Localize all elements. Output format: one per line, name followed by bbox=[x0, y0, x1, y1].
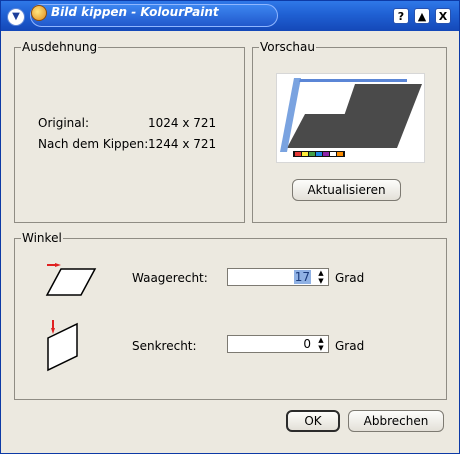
kolourpaint-app-icon bbox=[31, 5, 47, 21]
original-label: Original: bbox=[38, 116, 89, 130]
vertical-angle-spinbox[interactable]: 0 ▲ ▼ bbox=[227, 335, 329, 353]
window-title: Bild kippen - KolourPaint bbox=[51, 5, 219, 19]
after-value: 1244 x 721 bbox=[148, 137, 217, 151]
horizontal-skew-icon bbox=[45, 263, 97, 296]
vertical-label: Senkrecht: bbox=[132, 339, 197, 353]
title-bar: ▼ Bild kippen - KolourPaint ? ▲ X bbox=[1, 1, 459, 31]
horizontal-angle-arrows[interactable]: ▲ ▼ bbox=[315, 269, 327, 285]
ausdehnung-group: Ausdehnung Original: 1024 x 721 Nach dem… bbox=[14, 40, 245, 223]
vorschau-title: Vorschau bbox=[259, 40, 316, 54]
horizontal-angle-spinbox[interactable]: 17 ▲ ▼ bbox=[227, 268, 329, 286]
original-value: 1024 x 721 bbox=[148, 116, 217, 130]
preview-illustration bbox=[277, 74, 424, 162]
help-button[interactable]: ? bbox=[393, 8, 409, 24]
cancel-button[interactable]: Abbrechen bbox=[348, 410, 444, 432]
winkel-title: Winkel bbox=[21, 231, 63, 245]
shade-button[interactable]: ▲ bbox=[414, 8, 430, 24]
vertical-unit: Grad bbox=[335, 339, 365, 353]
refresh-preview-button[interactable]: Aktualisieren bbox=[292, 179, 401, 201]
close-button[interactable]: X bbox=[435, 8, 451, 24]
after-label: Nach dem Kippen: bbox=[38, 137, 149, 151]
horizontal-label: Waagerecht: bbox=[132, 271, 208, 285]
horizontal-unit: Grad bbox=[335, 271, 365, 285]
ausdehnung-title: Ausdehnung bbox=[21, 40, 99, 54]
kolourpaint-skew-dialog: ▼ Bild kippen - KolourPaint ? ▲ X Ausdeh… bbox=[0, 0, 460, 454]
vertical-skew-icon bbox=[47, 320, 78, 372]
vertical-angle-value[interactable]: 0 bbox=[303, 337, 311, 351]
window-menu-button[interactable]: ▼ bbox=[7, 8, 25, 26]
preview-image bbox=[276, 73, 425, 163]
horizontal-angle-value[interactable]: 17 bbox=[293, 270, 311, 284]
ok-button[interactable]: OK bbox=[286, 410, 340, 432]
vertical-angle-arrows[interactable]: ▲ ▼ bbox=[315, 336, 327, 352]
